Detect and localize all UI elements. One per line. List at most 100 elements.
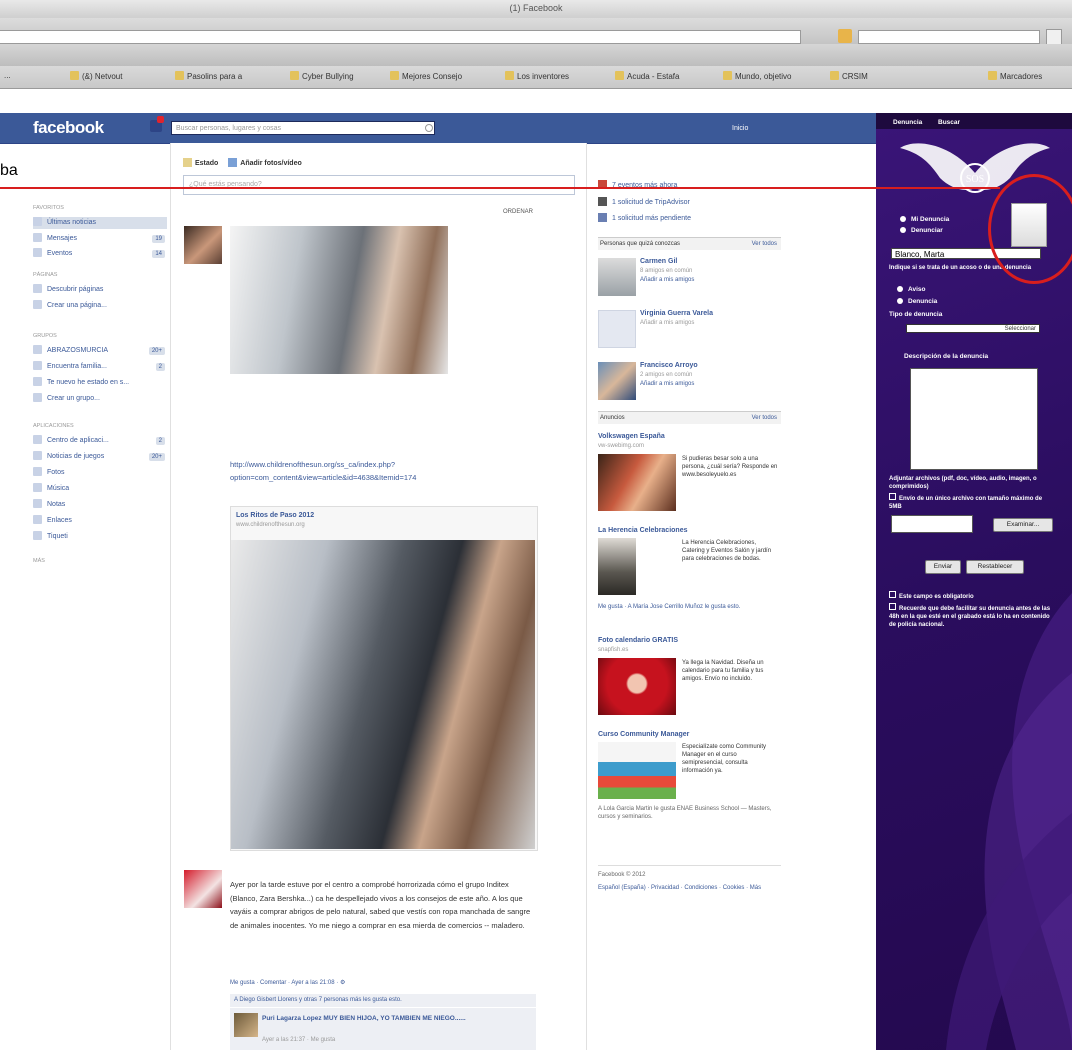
suggestion-mutual[interactable]: Añadir a mis amigos: [640, 320, 694, 326]
ad-image[interactable]: [598, 742, 676, 799]
checkbox[interactable]: [889, 493, 896, 500]
avatar[interactable]: [184, 226, 222, 264]
nav-item-notes[interactable]: Notas: [33, 499, 167, 511]
nav-item-news-feed[interactable]: Últimas noticias: [33, 217, 167, 229]
suggestion-name[interactable]: Francisco Arroyo: [640, 362, 698, 369]
nav-item-photos[interactable]: Fotos: [33, 467, 167, 479]
tab-denuncia[interactable]: Denuncia: [893, 119, 922, 126]
nav-item-create-page[interactable]: Crear una página...: [33, 300, 167, 312]
nav-item-create-group[interactable]: Crear un grupo...: [33, 393, 167, 405]
radio-denunciar[interactable]: Denunciar: [900, 227, 943, 234]
radio-mi-denuncia[interactable]: Mi Denuncia: [900, 216, 949, 223]
bookmark-item[interactable]: Cyber Bullying: [290, 71, 354, 81]
ad-title[interactable]: Curso Community Manager: [598, 731, 689, 738]
shared-link-photo[interactable]: [231, 540, 535, 849]
star-icon[interactable]: [838, 29, 852, 43]
pending-request[interactable]: 1 solicitud más pendiente: [598, 213, 691, 222]
status-composer-input[interactable]: ¿Qué estás pensando?: [183, 175, 575, 195]
nav-item-group[interactable]: Encuentra familia... 2: [33, 361, 167, 373]
search-input[interactable]: Buscar personas, lugares y cosas: [171, 121, 435, 135]
description-textarea[interactable]: [910, 368, 1038, 470]
checkbox[interactable]: [889, 591, 896, 598]
bookmark-item[interactable]: CRSIM: [830, 71, 868, 81]
annotation-circle: [988, 174, 1072, 284]
nav-item-group[interactable]: ABRAZOSMURCIA 20+: [33, 345, 167, 357]
description-label: Descripción de la denuncia: [904, 353, 989, 360]
post-photo[interactable]: [230, 226, 448, 374]
attach-checkbox[interactable]: Envío de un único archivo con tamaño máx…: [889, 493, 1054, 511]
nav-item-music[interactable]: Música: [33, 483, 167, 495]
required-note[interactable]: Este campo es obligatorio: [889, 591, 974, 600]
count-badge: 14: [152, 250, 165, 258]
sort-dropdown[interactable]: ORDENAR: [503, 209, 533, 215]
suggestion-name[interactable]: Virginia Guerra Varela: [640, 310, 713, 317]
see-all-link[interactable]: Ver todos: [752, 238, 777, 251]
ad-like-line[interactable]: Me gusta · A María Jose Cerrillo Muñoz l…: [598, 603, 778, 611]
suggestion-item[interactable]: Virginia Guerra Varela Añadir a mis amig…: [598, 310, 784, 350]
nav-more-link[interactable]: MÁS: [33, 558, 45, 564]
post-link[interactable]: http://www.childrenofthesun.org/ss_ca/in…: [230, 458, 530, 484]
avatar[interactable]: [184, 870, 222, 908]
tab-status[interactable]: Estado: [195, 160, 218, 167]
ad-title[interactable]: La Herencia Celebraciones: [598, 527, 688, 534]
bookmark-item[interactable]: Mundo, objetivo: [723, 71, 791, 81]
content-gap: [0, 89, 876, 113]
nav-item-messages[interactable]: Mensajes 19: [33, 233, 167, 245]
url-field[interactable]: [0, 30, 801, 44]
radio-denuncia[interactable]: Denuncia: [897, 298, 937, 305]
ad-image[interactable]: [598, 454, 676, 511]
comment-avatar[interactable]: [234, 1013, 258, 1037]
ad-title[interactable]: Volkswagen España: [598, 433, 665, 440]
ad-title[interactable]: Foto calendario GRATIS: [598, 637, 678, 644]
radio-button[interactable]: [897, 286, 903, 292]
nav-item-discover-pages[interactable]: Descubrir páginas: [33, 284, 167, 296]
shared-link-title[interactable]: Los Ritos de Paso 2012: [236, 512, 314, 519]
send-button[interactable]: Enviar: [925, 560, 961, 574]
suggestion-name[interactable]: Carmen Gil: [640, 258, 677, 265]
ad-image[interactable]: [598, 538, 636, 595]
ad-image[interactable]: [598, 658, 676, 715]
radio-button[interactable]: [900, 227, 906, 233]
search-icon[interactable]: [425, 124, 433, 132]
bookmark-item[interactable]: Marcadores: [988, 71, 1042, 81]
tab-buscar[interactable]: Buscar: [938, 119, 960, 126]
nav-item-group[interactable]: Te nuevo he estado en s...: [33, 377, 167, 389]
app-request[interactable]: 1 solicitud de TripAdvisor: [598, 197, 690, 206]
comment-meta[interactable]: Ayer a las 21:37 · Me gusta: [262, 1037, 335, 1043]
bookmark-item[interactable]: (&) Netvout: [70, 71, 122, 81]
nav-item-events[interactable]: Eventos 14: [33, 248, 167, 260]
bookmark-item[interactable]: Los inventores: [505, 71, 569, 81]
suggestion-item[interactable]: Carmen Gil 8 amigos en común Añadir a mi…: [598, 258, 784, 298]
bookmark-item[interactable]: Mejores Consejo: [390, 71, 462, 81]
radio-aviso[interactable]: Aviso: [897, 286, 925, 293]
tipo-select[interactable]: Seleccionar: [906, 324, 1040, 333]
bookmark-item[interactable]: Acuda - Estafa: [615, 71, 679, 81]
radio-button[interactable]: [900, 216, 906, 222]
checkbox[interactable]: [889, 603, 896, 610]
facebook-logo[interactable]: facebook: [33, 118, 104, 138]
footer-links[interactable]: Español (España) · Privacidad · Condicio…: [598, 884, 778, 892]
add-friend-link[interactable]: Añadir a mis amigos: [640, 381, 694, 387]
nav-item-links[interactable]: Enlaces: [33, 515, 167, 527]
bookmark-item[interactable]: ...: [4, 71, 11, 80]
post-actions[interactable]: Me gusta · Comentar · Ayer a las 21:08 ·…: [230, 979, 345, 986]
browse-button[interactable]: Examinar...: [993, 518, 1053, 532]
search-field[interactable]: [858, 30, 1040, 44]
reset-button[interactable]: Restablecer: [966, 560, 1024, 574]
bookmark-item[interactable]: Pasolins para a: [175, 71, 242, 81]
nav-item-tickets[interactable]: Tiqueti: [33, 531, 167, 543]
ad-like-line[interactable]: A Lola Garcia Martin le gusta ENAE Busin…: [598, 805, 778, 821]
likes-summary[interactable]: A Diego Gisbert Llorens y otras 7 person…: [230, 994, 536, 1007]
home-link[interactable]: Inicio: [732, 125, 748, 132]
nav-item-app-center[interactable]: Centro de aplicaci... 2: [33, 435, 167, 447]
file-input[interactable]: [891, 515, 973, 533]
add-friend-link[interactable]: Añadir a mis amigos: [640, 277, 694, 283]
nav-item-game-news[interactable]: Noticias de juegos 20+: [33, 451, 167, 463]
suggestion-item[interactable]: Francisco Arroyo 2 amigos en común Añadi…: [598, 362, 784, 402]
radio-button[interactable]: [897, 298, 903, 304]
reminder-note[interactable]: Recuerde que debe facilitar su denuncia …: [889, 603, 1054, 629]
folder-icon: [830, 71, 839, 80]
home-icon[interactable]: [1046, 29, 1062, 45]
see-all-link[interactable]: Ver todos: [752, 412, 777, 425]
tab-add-photo[interactable]: Añadir fotos/vídeo: [240, 160, 301, 167]
